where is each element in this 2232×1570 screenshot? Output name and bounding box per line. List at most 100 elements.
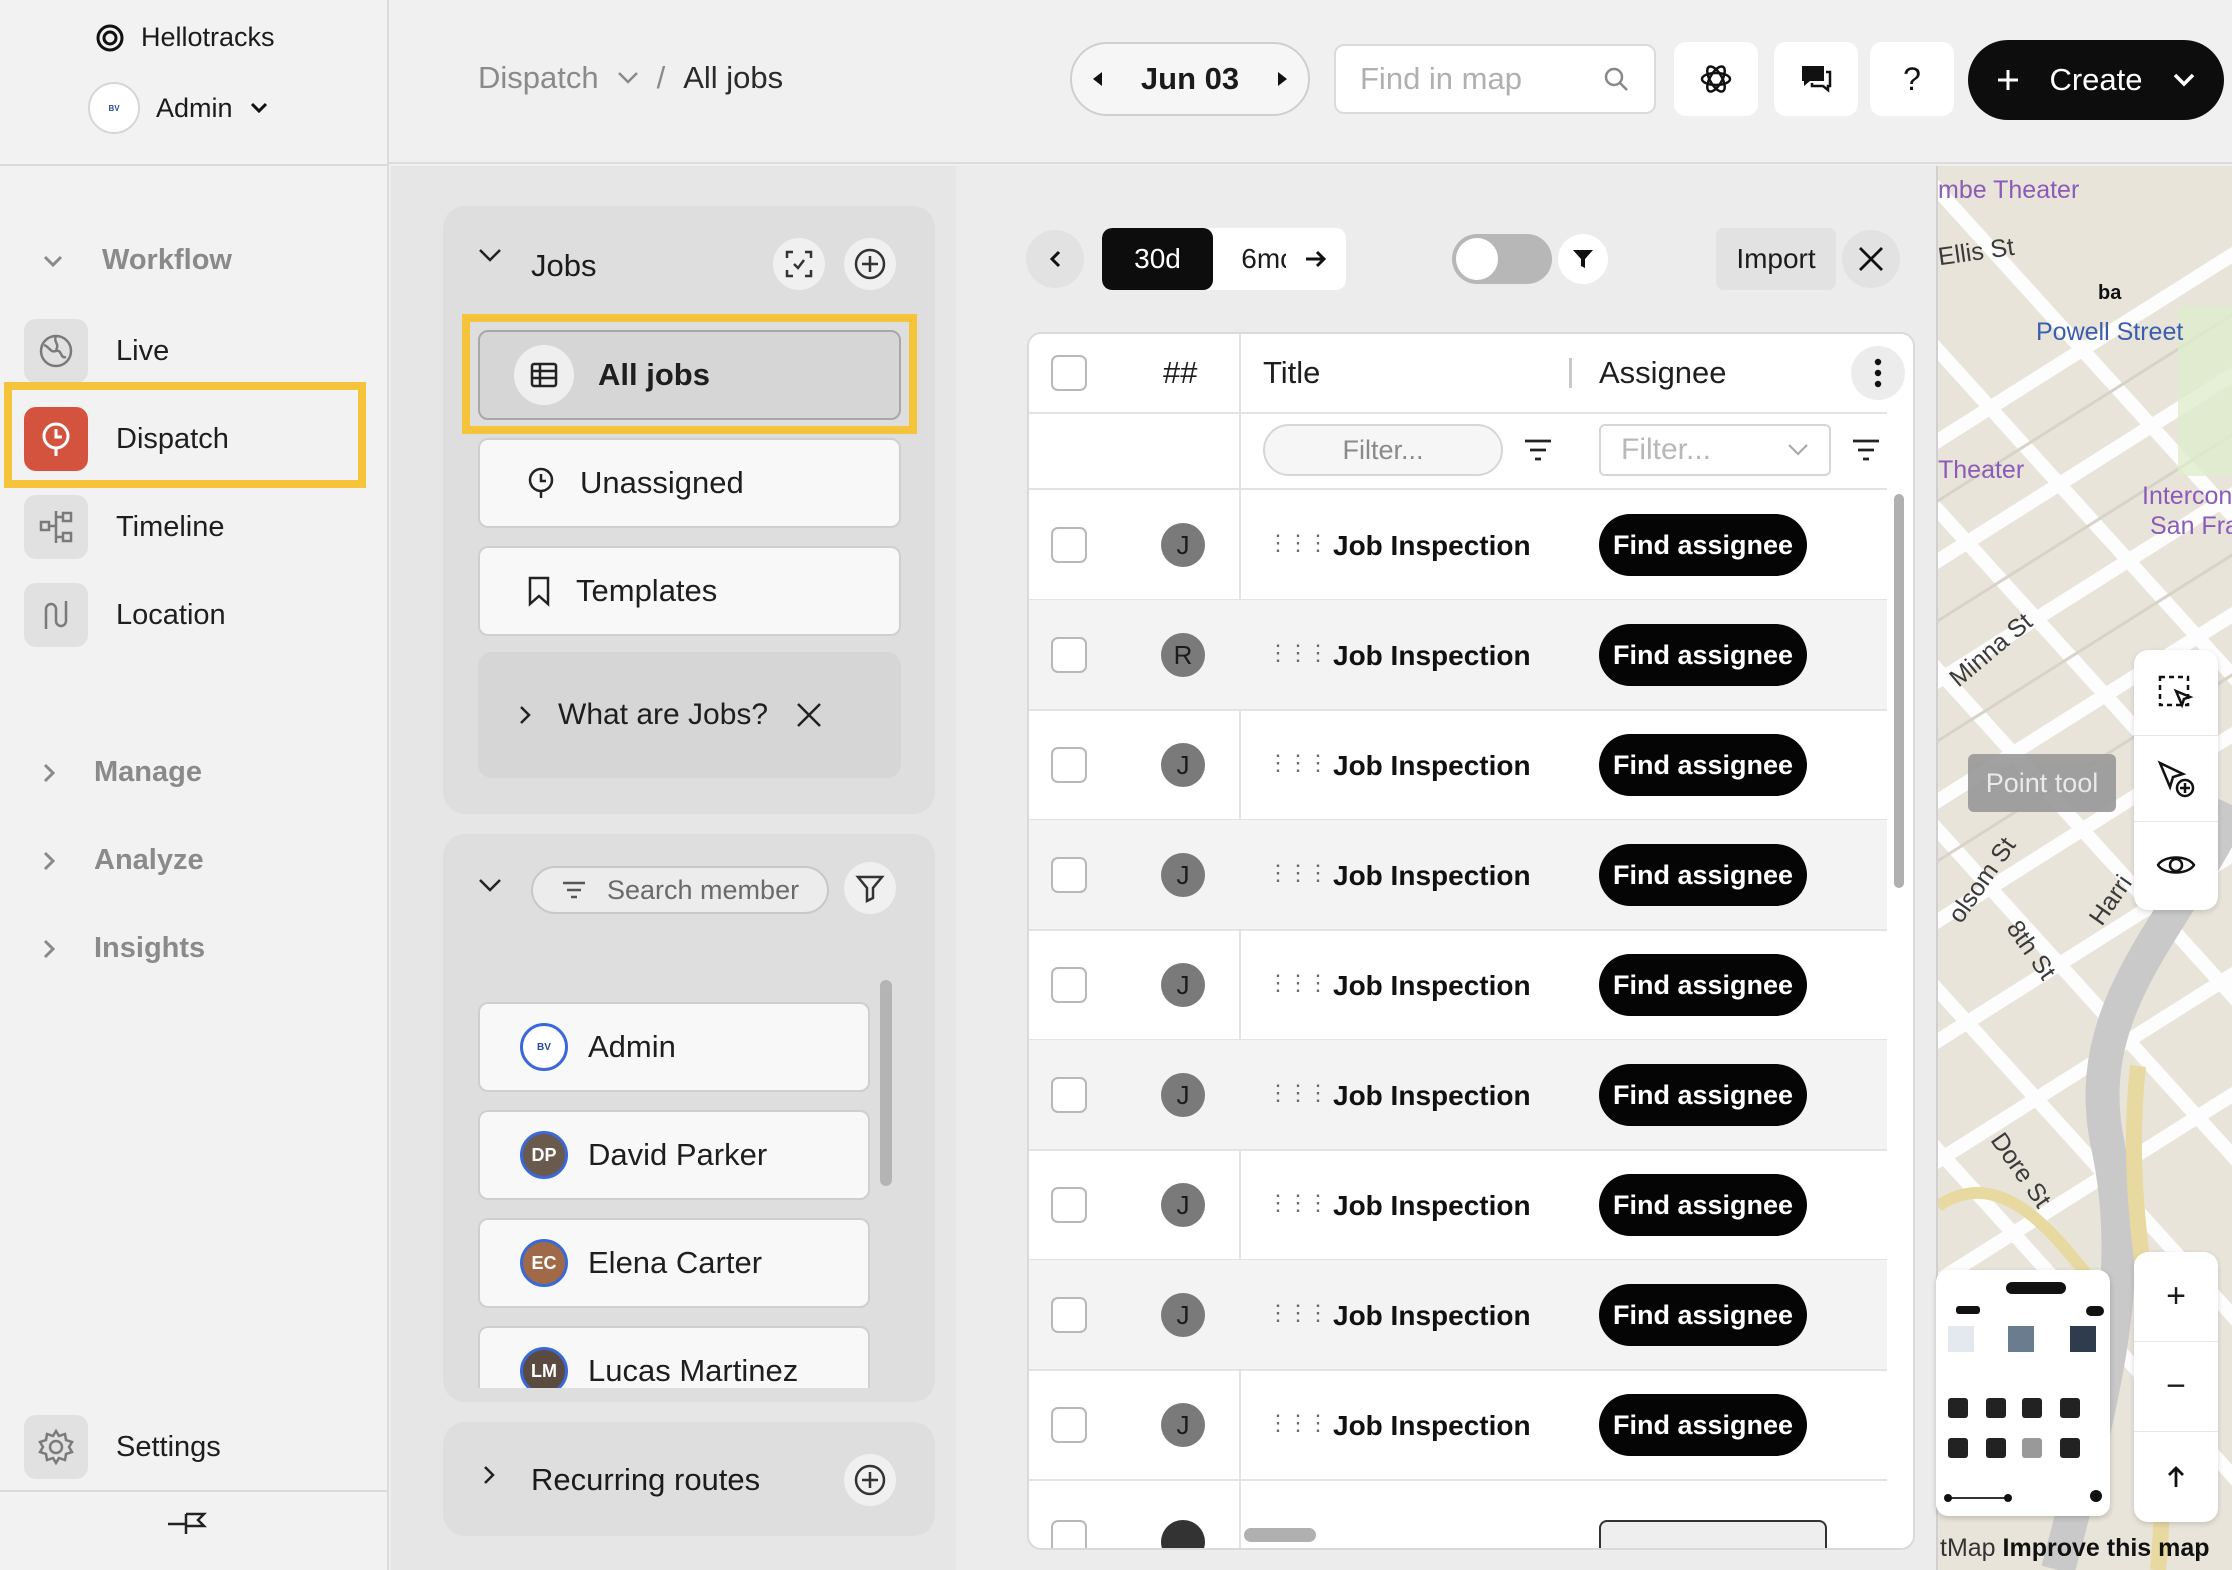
find-assignee-button[interactable]: Find assignee bbox=[1599, 954, 1807, 1016]
table-horizontal-scrollbar[interactable] bbox=[1244, 1528, 1316, 1542]
member-item[interactable]: DP David Parker bbox=[478, 1110, 870, 1200]
templates-button[interactable]: Templates bbox=[478, 546, 901, 636]
drag-handle-icon[interactable]: ⋮⋮⋮ bbox=[1267, 1190, 1329, 1216]
table-row[interactable]: J ⋮⋮⋮ Job Inspection Find assignee bbox=[1029, 820, 1887, 930]
filter-lines-icon[interactable] bbox=[1523, 438, 1553, 467]
find-assignee-button[interactable]: Find assignee bbox=[1599, 734, 1807, 796]
member-scrollbar[interactable] bbox=[880, 980, 892, 1186]
sidebar-item-location[interactable]: Location bbox=[22, 580, 362, 650]
find-assignee-button[interactable]: Find assignee bbox=[1599, 1284, 1807, 1346]
find-assignee-button[interactable]: Find assignee bbox=[1599, 1064, 1807, 1126]
row-checkbox[interactable] bbox=[1051, 1297, 1087, 1333]
section-insights[interactable]: Insights bbox=[42, 932, 205, 965]
table-row[interactable]: J ⋮⋮⋮ Job Inspection Find assignee bbox=[1029, 710, 1887, 820]
drag-handle-icon[interactable]: ⋮⋮⋮ bbox=[1267, 640, 1329, 666]
column-header-title[interactable]: Title bbox=[1263, 334, 1320, 412]
collapse-members-icon[interactable] bbox=[478, 878, 502, 894]
table-row[interactable]: J ⋮⋮⋮ Job Inspection Find assignee bbox=[1029, 1150, 1887, 1260]
next-range-button[interactable] bbox=[1286, 228, 1346, 290]
scan-button[interactable] bbox=[773, 238, 825, 290]
point-tool[interactable] bbox=[2134, 736, 2218, 822]
pin-sidebar-icon[interactable] bbox=[166, 1508, 210, 1540]
job-title[interactable]: Job Inspection bbox=[1333, 1080, 1531, 1112]
sidebar-item-live[interactable]: Live bbox=[22, 316, 362, 386]
job-title[interactable]: Job Inspection bbox=[1333, 1300, 1531, 1332]
column-options-button[interactable] bbox=[1851, 346, 1905, 400]
table-row[interactable]: J ⋮⋮⋮ Job Inspection Find assignee bbox=[1029, 1040, 1887, 1150]
find-assignee-button[interactable]: Find assignee bbox=[1599, 844, 1807, 906]
map-style-picker[interactable] bbox=[1936, 1270, 2110, 1516]
section-manage[interactable]: Manage bbox=[42, 756, 202, 789]
section-workflow[interactable]: Workflow bbox=[42, 244, 232, 277]
row-checkbox[interactable] bbox=[1051, 1077, 1087, 1113]
current-date[interactable]: Jun 03 bbox=[1141, 61, 1239, 97]
job-title[interactable]: Job Inspection bbox=[1333, 860, 1531, 892]
assignee-chip[interactable] bbox=[1599, 1520, 1827, 1548]
brand[interactable]: Hellotracks bbox=[95, 22, 275, 53]
collapse-jobs-icon[interactable] bbox=[478, 248, 502, 264]
row-checkbox[interactable] bbox=[1051, 857, 1087, 893]
sidebar-item-settings[interactable]: Settings bbox=[22, 1412, 362, 1482]
drag-handle-icon[interactable]: ⋮⋮⋮ bbox=[1267, 750, 1329, 776]
drag-handle-icon[interactable]: ⋮⋮⋮ bbox=[1267, 970, 1329, 996]
chevron-down-icon[interactable] bbox=[617, 71, 639, 85]
range-30d[interactable]: 30d bbox=[1102, 228, 1213, 290]
job-title[interactable]: Job Inspection bbox=[1333, 530, 1531, 562]
find-assignee-button[interactable]: Find assignee bbox=[1599, 1394, 1807, 1456]
drag-handle-icon[interactable]: ⋮⋮⋮ bbox=[1267, 1080, 1329, 1106]
job-title[interactable]: Job Inspection bbox=[1333, 970, 1531, 1002]
unassigned-button[interactable]: Unassigned bbox=[478, 438, 901, 528]
close-icon[interactable] bbox=[794, 700, 824, 730]
prev-range-button[interactable] bbox=[1026, 230, 1084, 288]
ai-assistant-button[interactable] bbox=[1674, 42, 1758, 116]
member-item[interactable]: EC Elena Carter bbox=[478, 1218, 870, 1308]
member-search-input[interactable]: Search member bbox=[531, 866, 829, 914]
column-header-id[interactable]: ## bbox=[1163, 334, 1197, 412]
what-are-jobs-panel[interactable]: What are Jobs? bbox=[478, 652, 901, 778]
lasso-select-tool[interactable] bbox=[2134, 650, 2218, 736]
row-checkbox[interactable] bbox=[1051, 1407, 1087, 1443]
table-filter-button[interactable] bbox=[1558, 234, 1608, 284]
drag-handle-icon[interactable]: ⋮⋮⋮ bbox=[1267, 1410, 1329, 1436]
sidebar-item-timeline[interactable]: Timeline bbox=[22, 492, 362, 562]
filter-lines-icon[interactable] bbox=[1851, 438, 1881, 467]
zoom-in-button[interactable]: + bbox=[2134, 1252, 2218, 1342]
row-checkbox[interactable] bbox=[1051, 527, 1087, 563]
title-filter-input[interactable]: Filter... bbox=[1263, 424, 1503, 476]
drag-handle-icon[interactable]: ⋮⋮⋮ bbox=[1267, 530, 1329, 556]
import-button[interactable]: Import bbox=[1716, 228, 1836, 290]
improve-map-link[interactable]: Improve this map bbox=[2003, 1534, 2210, 1562]
member-filter-button[interactable] bbox=[844, 862, 896, 914]
view-toggle[interactable] bbox=[1452, 234, 1552, 284]
assignee-filter-select[interactable]: Filter... bbox=[1599, 424, 1831, 476]
row-checkbox[interactable] bbox=[1051, 1520, 1087, 1548]
find-assignee-button[interactable]: Find assignee bbox=[1599, 624, 1807, 686]
member-item[interactable]: LM Lucas Martinez bbox=[478, 1326, 870, 1388]
account-switcher[interactable]: BV Admin bbox=[88, 82, 269, 134]
drag-handle-icon[interactable]: ⋮⋮⋮ bbox=[1267, 1300, 1329, 1326]
next-day-icon[interactable] bbox=[1276, 70, 1290, 88]
row-checkbox[interactable] bbox=[1051, 967, 1087, 1003]
column-resize-handle[interactable] bbox=[1569, 358, 1572, 388]
chevron-right-icon[interactable] bbox=[482, 1464, 496, 1486]
reset-north-button[interactable] bbox=[2134, 1432, 2218, 1522]
member-item[interactable]: BV Admin bbox=[478, 1002, 870, 1092]
find-assignee-button[interactable]: Find assignee bbox=[1599, 1174, 1807, 1236]
job-title[interactable]: Job Inspection bbox=[1333, 1190, 1531, 1222]
add-route-button[interactable] bbox=[844, 1454, 896, 1506]
close-panel-button[interactable] bbox=[1842, 230, 1900, 288]
add-job-button[interactable] bbox=[844, 238, 896, 290]
select-all-checkbox[interactable] bbox=[1051, 355, 1087, 391]
help-button[interactable]: ? bbox=[1870, 42, 1954, 116]
table-row[interactable]: R ⋮⋮⋮ Job Inspection Find assignee bbox=[1029, 600, 1887, 710]
visibility-tool[interactable] bbox=[2134, 822, 2218, 908]
prev-day-icon[interactable] bbox=[1090, 70, 1104, 88]
job-title[interactable]: Job Inspection bbox=[1333, 750, 1531, 782]
chat-button[interactable] bbox=[1774, 42, 1858, 116]
row-checkbox[interactable] bbox=[1051, 637, 1087, 673]
column-header-assignee[interactable]: Assignee bbox=[1599, 334, 1727, 412]
map-search-input[interactable]: Find in map bbox=[1334, 44, 1656, 114]
table-row[interactable]: J ⋮⋮⋮ Job Inspection Find assignee bbox=[1029, 1260, 1887, 1370]
create-button[interactable]: Create bbox=[1968, 40, 2224, 120]
row-checkbox[interactable] bbox=[1051, 1187, 1087, 1223]
